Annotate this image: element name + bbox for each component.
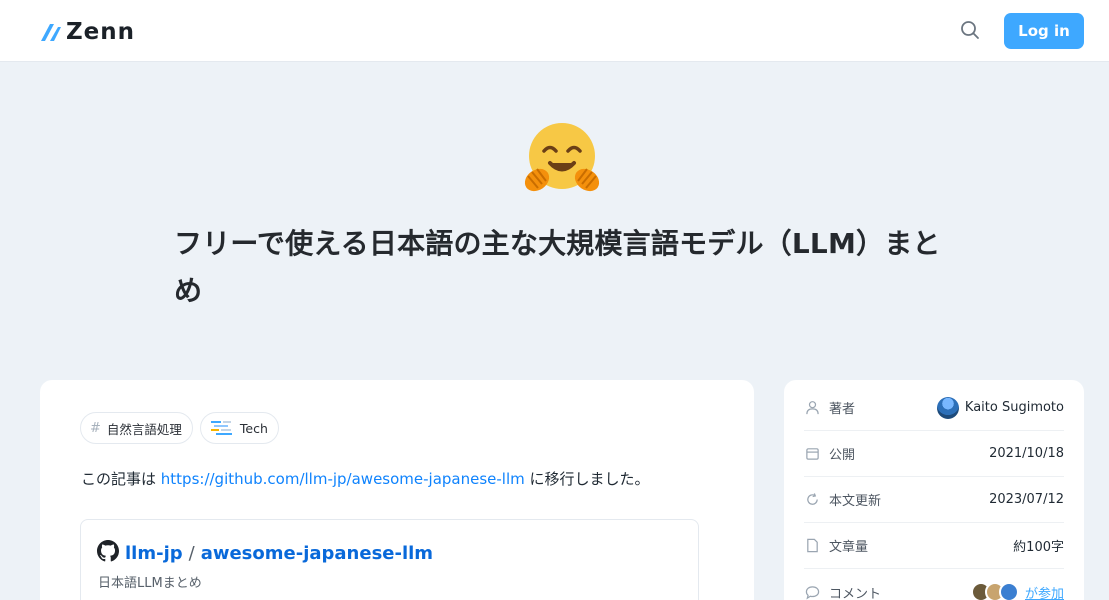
updated-date: 2023/07/12: [989, 492, 1064, 507]
join-link[interactable]: が参加: [1025, 583, 1064, 600]
comment-participants[interactable]: が参加: [970, 582, 1064, 600]
info-row-length: 文章量 約100字: [804, 523, 1064, 569]
author-link[interactable]: Kaito Sugimoto: [936, 396, 1064, 419]
topic-label: 自然言語処理: [106, 421, 182, 437]
tech-icon: [210, 419, 234, 437]
repo-name-link[interactable]: awesome-japanese-llm: [201, 543, 433, 564]
topic-label: Tech: [239, 420, 268, 436]
github-icon: [97, 540, 119, 567]
article-length: 約100字: [1013, 540, 1064, 555]
info-row-author: 著者 Kaito Sugimoto: [804, 385, 1064, 431]
hash-icon: #: [90, 420, 101, 436]
topic-list: # 自然言語処理 Tech: [80, 412, 279, 444]
document-icon: [804, 538, 820, 554]
search-icon: [960, 20, 980, 44]
published-date: 2021/10/18: [989, 446, 1064, 461]
embed-title: llm-jp / awesome-japanese-llm: [97, 540, 433, 567]
repo-separator: /: [188, 543, 195, 564]
logo-text: Zenn: [66, 19, 136, 45]
intro-text: この記事は https://github.com/llm-jp/awesome-…: [81, 468, 650, 489]
search-button[interactable]: [957, 19, 983, 45]
info-label: コメント: [829, 586, 882, 600]
info-label: 本文更新: [829, 494, 882, 509]
person-icon: [804, 400, 820, 416]
article-title: フリーで使える日本語の主な大規模言語モデル（LLM）まとめ: [174, 227, 941, 307]
topic-tech[interactable]: Tech: [199, 412, 279, 444]
article-info-card: 著者 Kaito Sugimoto 公開 2021/10/18 本文更新 202…: [784, 380, 1084, 600]
info-label: 文章量: [829, 540, 869, 555]
site-header: Zenn Log in: [0, 0, 1109, 62]
avatar: [936, 396, 959, 419]
zenn-logo-icon: [40, 21, 62, 43]
zenn-logo[interactable]: Zenn: [40, 18, 135, 46]
comment-icon: [804, 584, 820, 600]
avatar: [998, 582, 1019, 600]
info-label: 著者: [829, 402, 856, 417]
author-name: Kaito Sugimoto: [964, 400, 1064, 415]
refresh-icon: [804, 492, 820, 508]
repo-description: 日本語LLMまとめ: [98, 576, 202, 591]
intro-prefix: この記事は: [81, 470, 161, 488]
info-label: 公開: [829, 448, 856, 463]
article-body-card: # 自然言語処理 Tech この記事は https://github.com/l…: [40, 380, 754, 600]
participant-avatars: [970, 582, 1019, 600]
github-embed-card[interactable]: llm-jp / awesome-japanese-llm 日本語LLMまとめ: [80, 519, 699, 600]
migration-link[interactable]: https://github.com/llm-jp/awesome-japane…: [161, 470, 525, 488]
intro-suffix: に移行しました。: [524, 470, 650, 488]
topic-nlp[interactable]: # 自然言語処理: [80, 412, 193, 444]
repo-owner-link[interactable]: llm-jp: [125, 543, 183, 564]
info-row-comments: コメント が参加: [804, 569, 1064, 600]
info-row-updated: 本文更新 2023/07/12: [804, 477, 1064, 523]
info-row-published: 公開 2021/10/18: [804, 431, 1064, 477]
article-emoji: [520, 118, 604, 202]
calendar-icon: [804, 446, 820, 462]
login-button[interactable]: Log in: [1004, 13, 1084, 49]
